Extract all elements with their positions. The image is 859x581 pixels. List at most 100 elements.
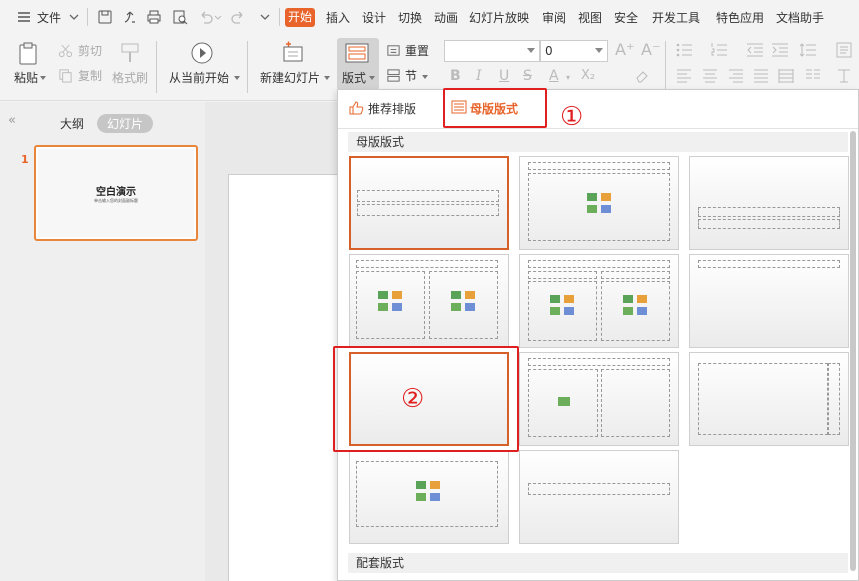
line-spacing-icon[interactable]	[799, 42, 817, 58]
format-painter-button[interactable]: 格式刷	[112, 71, 148, 85]
thumbnail-title: 空白演示	[96, 187, 136, 198]
tab-review[interactable]: 审阅	[542, 10, 566, 26]
distribute-icon[interactable]	[778, 69, 794, 83]
export-icon[interactable]	[122, 9, 138, 25]
increase-font-icon[interactable]: A⁺	[615, 40, 634, 59]
print-icon[interactable]	[146, 9, 162, 25]
paste-icon[interactable]	[16, 41, 42, 67]
tab-view[interactable]: 视图	[578, 10, 602, 26]
text-box-icon[interactable]	[836, 42, 852, 58]
align-right-icon[interactable]	[728, 69, 744, 83]
media-icon	[430, 493, 440, 501]
font-color-icon[interactable]: A	[549, 68, 559, 84]
placeholder	[528, 483, 670, 495]
bullet-list-icon[interactable]	[676, 42, 694, 58]
table-icon	[587, 193, 597, 201]
tab-slideshow[interactable]: 幻灯片放映	[469, 10, 529, 26]
layout-content-only[interactable]	[349, 450, 509, 544]
placeholder	[356, 260, 498, 268]
font-size-combo[interactable]: 0	[540, 40, 608, 62]
tab-slides[interactable]: 幻灯片	[97, 114, 154, 133]
save-icon[interactable]	[97, 9, 113, 25]
layout-title-content[interactable]	[519, 156, 679, 250]
image-icon	[550, 307, 560, 315]
layout-title-only-top[interactable]	[689, 254, 849, 348]
section-button[interactable]: 节	[405, 69, 417, 83]
layout-title-only[interactable]	[349, 156, 509, 250]
decrease-indent-icon[interactable]	[746, 42, 764, 58]
tab-security[interactable]: 安全	[614, 10, 638, 26]
placeholder	[601, 369, 670, 437]
tab-insert[interactable]: 插入	[326, 10, 350, 26]
image-icon	[451, 303, 461, 311]
tab-home[interactable]: 开始	[285, 8, 316, 27]
underline-icon[interactable]: U	[499, 68, 509, 84]
chevron-down-icon[interactable]	[66, 9, 82, 25]
customize-toolbar-icon[interactable]	[257, 9, 273, 25]
image-icon	[378, 303, 388, 311]
layout-section-header[interactable]	[689, 156, 849, 250]
image-icon	[623, 307, 633, 315]
tab-design[interactable]: 设计	[362, 10, 386, 26]
cut-button[interactable]: 剪切	[78, 44, 102, 58]
reset-button[interactable]: 重置	[405, 44, 429, 58]
italic-icon[interactable]: I	[476, 68, 482, 84]
align-center-icon[interactable]	[702, 69, 718, 83]
align-left-icon[interactable]	[676, 69, 692, 83]
paste-button[interactable]: 粘贴	[14, 71, 38, 85]
tab-doc-assistant[interactable]: 文档助手	[776, 10, 824, 26]
content-insert-icons	[587, 193, 613, 215]
numbered-list-icon[interactable]	[711, 42, 729, 58]
tab-features[interactable]: 特色应用	[716, 10, 764, 26]
menu-bar: 文件 开始 插入 设计 切换 动画 幻灯片放映 审阅 视图 安全 开发工具 特色…	[0, 0, 859, 35]
text-direction-icon[interactable]	[836, 69, 852, 83]
placeholder	[528, 162, 670, 170]
placeholder	[528, 260, 670, 268]
collapse-pane-icon[interactable]: «	[8, 113, 16, 128]
clear-format-icon[interactable]: X₂	[581, 68, 595, 83]
slide-thumbnail[interactable]: 空白演示 单击输入您的封面副标题	[34, 145, 198, 241]
divider	[665, 41, 666, 93]
layout-vertical-text[interactable]	[689, 352, 849, 446]
play-dropdown-icon[interactable]	[234, 75, 240, 81]
paste-dropdown-icon[interactable]	[40, 75, 46, 81]
chevron-down-icon	[527, 48, 535, 53]
undo-dropdown-icon[interactable]	[213, 9, 223, 25]
placeholder	[698, 207, 840, 217]
layout-comparison[interactable]	[519, 254, 679, 348]
tab-developer[interactable]: 开发工具	[652, 10, 700, 26]
divider	[247, 41, 248, 93]
print-preview-icon[interactable]	[172, 9, 188, 25]
layout-title-center[interactable]	[519, 450, 679, 544]
redo-icon[interactable]	[230, 9, 246, 25]
decrease-font-icon[interactable]: A⁻	[641, 40, 660, 59]
copy-button[interactable]: 复制	[78, 69, 102, 83]
section-dropdown-icon[interactable]	[422, 74, 428, 80]
eraser-icon[interactable]	[634, 68, 650, 84]
hamburger-menu-icon[interactable]	[16, 9, 32, 25]
tab-transition[interactable]: 切换	[398, 10, 422, 26]
placeholder	[528, 358, 670, 366]
undo-icon[interactable]	[198, 9, 214, 25]
justify-icon[interactable]	[753, 69, 769, 83]
columns-icon[interactable]	[805, 69, 821, 83]
bold-icon[interactable]: B	[450, 68, 461, 84]
content-insert-icons	[451, 291, 477, 313]
layout-picture-caption[interactable]	[519, 352, 679, 446]
font-name-combo[interactable]	[444, 40, 540, 62]
play-from-current-button[interactable]: 从当前开始	[169, 71, 229, 85]
tab-outline[interactable]: 大纲	[60, 115, 84, 132]
strikethrough-icon[interactable]: S	[523, 68, 532, 84]
layout-two-content[interactable]	[349, 254, 509, 348]
new-slide-button[interactable]: 新建幻灯片	[260, 71, 320, 85]
panel-scrollbar[interactable]	[850, 131, 856, 571]
table-icon	[550, 295, 560, 303]
divider	[156, 41, 157, 93]
new-slide-dropdown-icon[interactable]	[324, 75, 330, 81]
tab-recommended-layout[interactable]: 推荐排版	[368, 100, 416, 117]
image-icon	[416, 493, 426, 501]
tab-animation[interactable]: 动画	[434, 10, 458, 26]
increase-indent-icon[interactable]	[771, 42, 789, 58]
file-menu[interactable]: 文件	[37, 10, 61, 26]
chevron-down-icon[interactable]: ▾	[566, 73, 570, 82]
